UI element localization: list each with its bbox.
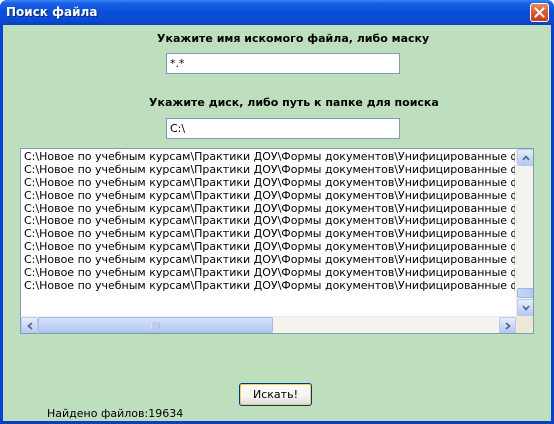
scroll-up-button[interactable]: [517, 149, 533, 166]
list-item[interactable]: C:\Новое по учебным курсам\Практики ДОУ\…: [22, 266, 515, 279]
search-button[interactable]: Искать!: [239, 383, 312, 406]
list-item[interactable]: C:\Новое по учебным курсам\Практики ДОУ\…: [22, 202, 515, 215]
mask-label: Укажите имя искомого файла, либо маску: [157, 32, 430, 45]
vertical-scrollbar[interactable]: [516, 149, 533, 316]
found-count-status: Найдено файлов:19634: [47, 407, 184, 420]
search-file-window: Поиск файла Укажите имя искомого файла, …: [0, 0, 554, 424]
window-title: Поиск файла: [6, 5, 98, 19]
results-listbox[interactable]: C:\Новое по учебным курсам\Практики ДОУ\…: [20, 148, 534, 334]
arrow-left-icon: [26, 321, 33, 330]
list-item[interactable]: C:\Новое по учебным курсам\Практики ДОУ\…: [22, 214, 515, 228]
arrow-right-icon: [504, 321, 511, 330]
vertical-scroll-thumb[interactable]: [517, 288, 533, 298]
results-list: C:\Новое по учебным курсам\Практики ДОУ\…: [22, 150, 515, 314]
list-item[interactable]: C:\Новое по учебным курсам\Практики ДОУ\…: [22, 163, 515, 176]
close-button[interactable]: [530, 3, 549, 22]
list-item[interactable]: C:\Новое по учебным курсам\Практики ДОУ\…: [22, 150, 515, 163]
list-item[interactable]: C:\Новое по учебным курсам\Практики ДОУ\…: [22, 253, 515, 266]
scroll-corner: [516, 316, 533, 333]
client-area: Укажите имя искомого файла, либо маску *…: [3, 25, 551, 421]
arrow-down-icon: [521, 304, 530, 311]
list-item[interactable]: C:\Новое по учебным курсам\Практики ДОУ\…: [22, 279, 515, 292]
title-bar[interactable]: Поиск файла: [0, 0, 554, 25]
arrow-up-icon: [521, 154, 530, 161]
horizontal-scrollbar[interactable]: [21, 316, 516, 333]
scroll-left-button[interactable]: [21, 317, 38, 333]
horizontal-scroll-thumb[interactable]: [38, 317, 273, 333]
scroll-down-button[interactable]: [517, 299, 533, 316]
list-item[interactable]: C:\Новое по учебным курсам\Практики ДОУ\…: [22, 240, 515, 253]
list-item[interactable]: C:\Новое по учебным курсам\Практики ДОУ\…: [22, 189, 515, 202]
list-item[interactable]: C:\Новое по учебным курсам\Практики ДОУ\…: [22, 176, 515, 189]
path-label: Укажите диск, либо путь к папке для поис…: [149, 96, 439, 109]
mask-input[interactable]: *.*: [166, 53, 400, 74]
path-input[interactable]: C:\: [166, 118, 400, 139]
close-icon: [534, 7, 545, 18]
grip-icon: [151, 321, 160, 329]
scroll-right-button[interactable]: [499, 317, 516, 333]
list-item[interactable]: C:\Новое по учебным курсам\Практики ДОУ\…: [22, 227, 515, 240]
